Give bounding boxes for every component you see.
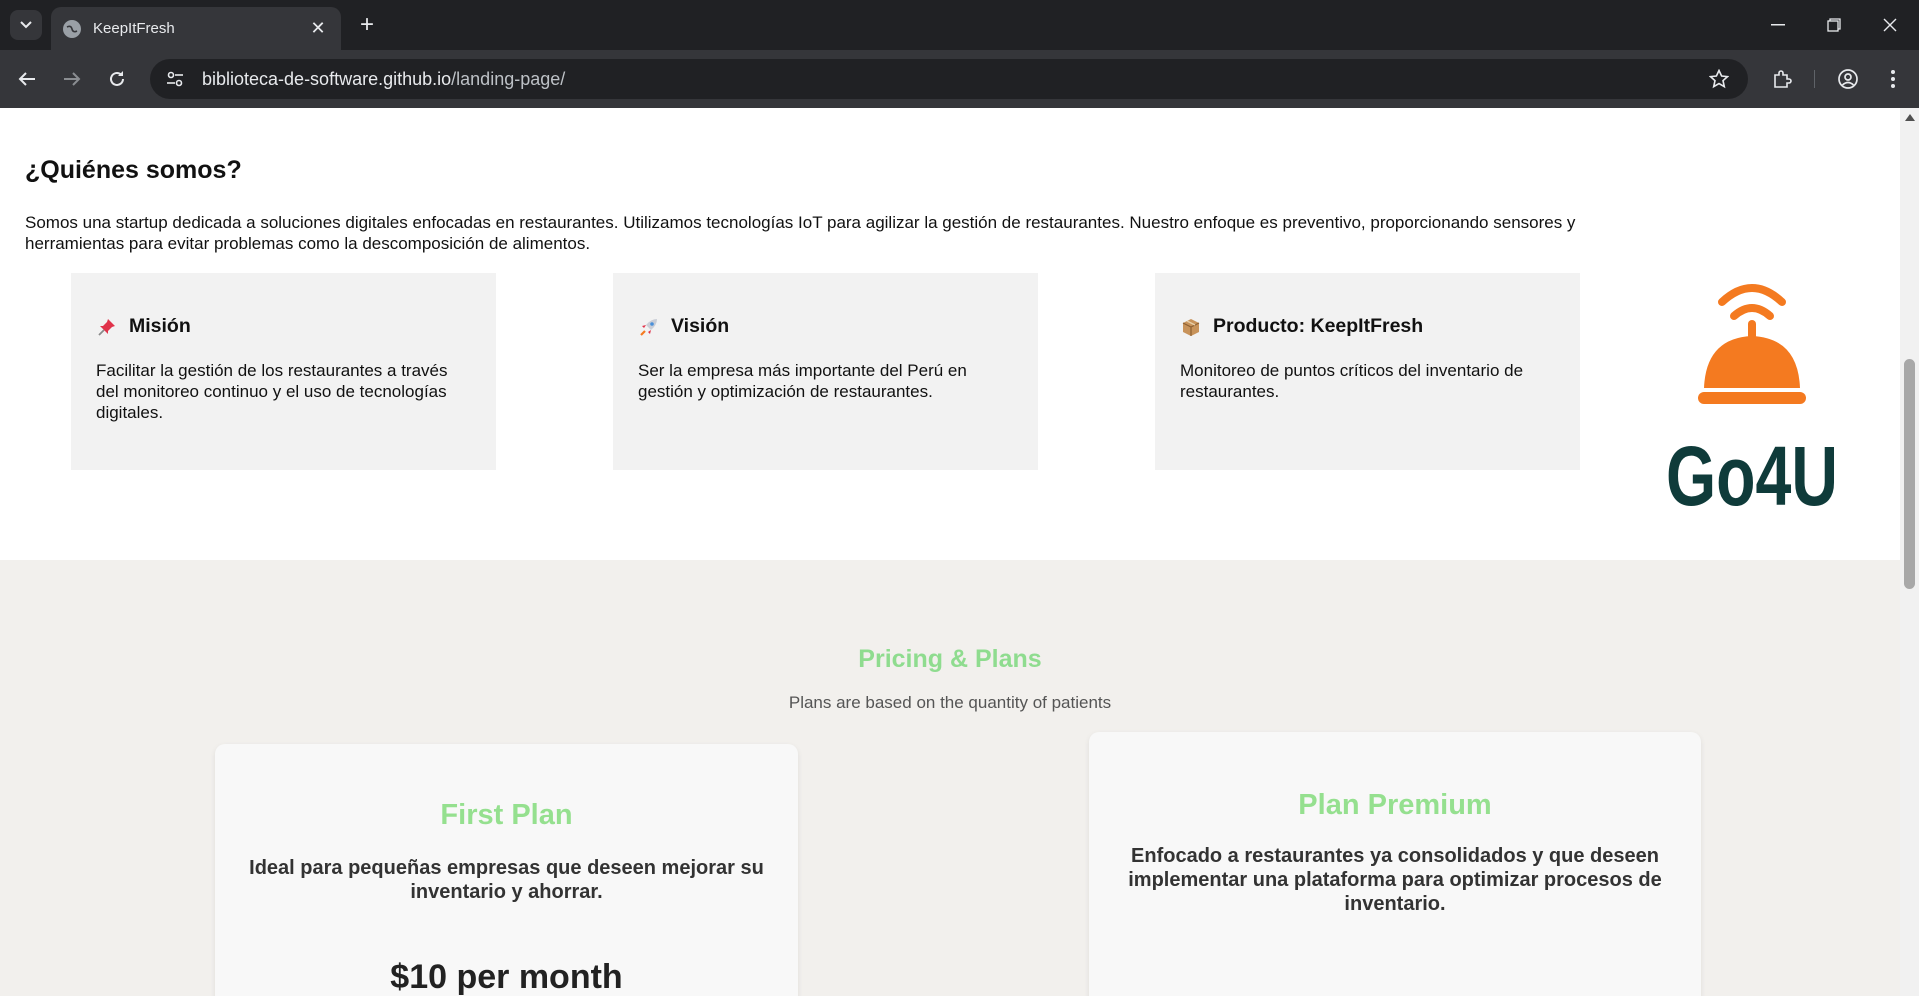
forward-arrow-icon[interactable] [56, 63, 88, 95]
toolbar-divider [1814, 70, 1815, 88]
about-description: Somos una startup dedicada a soluciones … [25, 213, 1576, 253]
address-bar[interactable]: biblioteca-de-software.github.io/landing… [150, 59, 1748, 99]
window-close-icon[interactable] [1862, 0, 1917, 50]
product-card: Producto: KeepItFresh Monitoreo de punto… [1155, 273, 1580, 470]
pricing-section: Pricing & Plans Plans are based on the q… [0, 560, 1900, 996]
plan-description: Ideal para pequeñas empresas que deseen … [249, 857, 764, 903]
profile-icon[interactable] [1832, 63, 1864, 95]
restore-icon[interactable] [1806, 0, 1861, 50]
pricing-title: Pricing & Plans [858, 645, 1042, 673]
scroll-up-arrow-icon[interactable] [1905, 114, 1915, 121]
about-section: ¿Quiénes somos? Somos una startup dedica… [0, 108, 1900, 560]
plus-icon[interactable]: + [352, 10, 382, 40]
star-icon[interactable] [1702, 62, 1736, 96]
vision-text: Ser la empresa más importante del Perú e… [638, 361, 967, 401]
tab-title: KeepItFresh [93, 20, 175, 37]
mission-title: Misión [129, 315, 191, 337]
mission-text: Facilitar la gestión de los restaurantes… [96, 361, 448, 422]
reload-icon[interactable] [101, 63, 133, 95]
kebab-menu-icon[interactable] [1877, 63, 1909, 95]
browser-tab[interactable]: KeepItFresh ✕ [51, 7, 341, 50]
url-domain: biblioteca-de-software.github.io [202, 68, 452, 89]
rocket-icon [638, 316, 660, 338]
browser-tab-bar: KeepItFresh ✕ + [0, 0, 1919, 50]
plan-card-first: First Plan Ideal para pequeñas empresas … [215, 744, 798, 996]
plan-card-premium: Plan Premium Enfocado a restaurantes ya … [1089, 732, 1701, 996]
plan-name: First Plan [440, 799, 573, 831]
back-arrow-icon[interactable] [11, 63, 43, 95]
page-viewport: ¿Quiénes somos? Somos una startup dedica… [0, 108, 1900, 996]
go4u-logo: Go4U [1660, 260, 1840, 523]
package-icon [1180, 316, 1202, 338]
mission-card: Misión Facilitar la gestión de los resta… [71, 273, 496, 470]
vision-title: Visión [671, 315, 730, 337]
minimize-icon[interactable] [1750, 0, 1805, 50]
plan-description: Enfocado a restaurantes ya consolidados … [1128, 845, 1662, 915]
about-title: ¿Quiénes somos? [25, 156, 242, 184]
pricing-subtitle: Plans are based on the quantity of patie… [788, 693, 1112, 712]
url-path: /landing-page/ [451, 68, 566, 89]
close-icon[interactable]: ✕ [307, 18, 329, 39]
product-title: Producto: KeepItFresh [1213, 315, 1424, 337]
url-text: biblioteca-de-software.github.io/landing… [202, 69, 1702, 90]
logo-text: Go4U [1666, 429, 1838, 510]
globe-icon [63, 19, 81, 38]
browser-toolbar: biblioteca-de-software.github.io/landing… [0, 50, 1919, 108]
vertical-scrollbar[interactable] [1900, 108, 1919, 996]
vision-card: Visión Ser la empresa más importante del… [613, 273, 1038, 470]
plan-price: $10 per month [390, 958, 623, 996]
pushpin-icon [96, 316, 118, 338]
plan-name: Plan Premium [1298, 789, 1492, 821]
site-info-icon[interactable] [158, 64, 192, 94]
scrollbar-thumb[interactable] [1904, 359, 1915, 589]
tab-search-icon[interactable] [10, 10, 42, 40]
product-text: Monitoreo de puntos críticos del inventa… [1180, 361, 1524, 401]
extensions-icon[interactable] [1766, 63, 1798, 95]
